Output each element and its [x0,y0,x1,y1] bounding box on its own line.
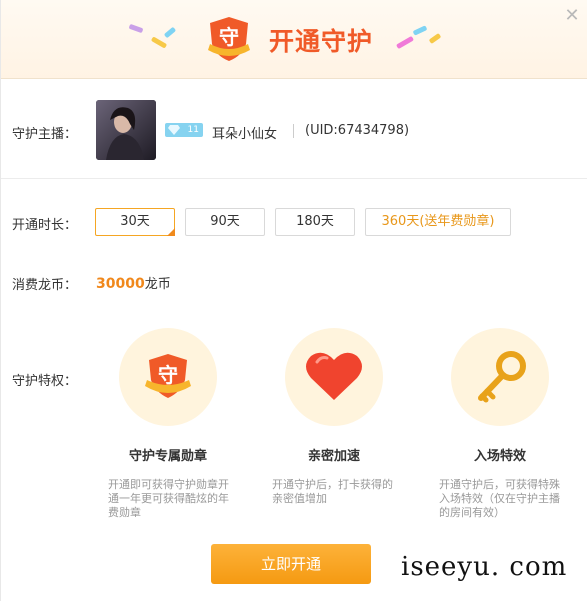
duration-option-label: 360天(送年费勋章) [381,214,495,229]
confetti-decoration [395,35,415,50]
duration-option-label: 30天 [120,214,150,229]
cost-value: 30000龙币 [96,273,171,292]
level-number: 11 [187,125,199,135]
perk-desc-entrance: 开通守护后，可获得特殊入场特效（仅在守护主播的房间有效） [439,478,560,519]
section-divider [1,178,587,179]
key-icon [478,351,526,403]
duration-option-30[interactable]: 30天 [95,208,175,236]
perk-title-badge: 守护专属勋章 [128,449,207,464]
perk-icon-circle: 守 [119,328,217,426]
guard-dialog: 守 开通守护 ✕ 守护主播： 11 耳朵小仙女 (UID:67434798) 开… [0,0,587,601]
cost-unit: 龙币 [144,277,171,292]
perk-title-intimacy: 亲密加速 [307,449,360,464]
watermark-text: iseeyu. com [401,552,568,582]
confetti-decoration [163,26,177,39]
guard-shield-char: 守 [219,25,239,49]
confetti-decoration [150,36,168,49]
confetti-decoration [428,33,442,44]
anchor-name[interactable]: 耳朵小仙女 [212,123,277,142]
dialog-header: 守 开通守护 ✕ [1,0,587,79]
duration-option-360[interactable]: 360天(送年费勋章) [365,208,511,236]
guard-badge-icon: 守 [145,354,191,398]
cost-label: 消费龙币： [12,278,78,293]
confetti-decoration [412,25,428,36]
dialog-title: 开通守护 [269,27,374,56]
confetti-decoration [128,23,144,34]
divider [293,124,294,138]
perk-icon-circle [451,328,549,426]
anchor-label: 守护主播： [12,127,78,142]
duration-option-180[interactable]: 180天 [275,208,355,236]
guard-badge-char: 守 [158,363,178,387]
duration-option-label: 90天 [210,214,240,229]
guard-shield-icon: 守 [208,17,250,61]
anchor-uid: (UID:67434798) [305,123,410,138]
close-icon[interactable]: ✕ [562,6,582,26]
perk-desc-badge: 开通即可获得守护勋章开通一年更可获得酷炫的年费勋章 [108,478,229,519]
heart-icon [306,352,362,400]
activate-now-button[interactable]: 立即开通 [211,544,371,584]
perk-desc-intimacy: 开通守护后，打卡获得的亲密值增加 [272,478,393,505]
perk-icon-circle [285,328,383,426]
duration-option-label: 180天 [296,214,334,229]
level-badge: 11 [165,123,203,137]
duration-label: 开通时长： [12,218,78,233]
selected-corner-mark [167,228,175,236]
perks-label: 守护特权： [12,374,78,389]
avatar[interactable] [96,100,156,160]
diamond-icon [168,125,180,135]
duration-option-90[interactable]: 90天 [185,208,265,236]
cost-amount: 30000 [96,276,145,292]
perk-title-entrance: 入场特效 [473,449,526,464]
